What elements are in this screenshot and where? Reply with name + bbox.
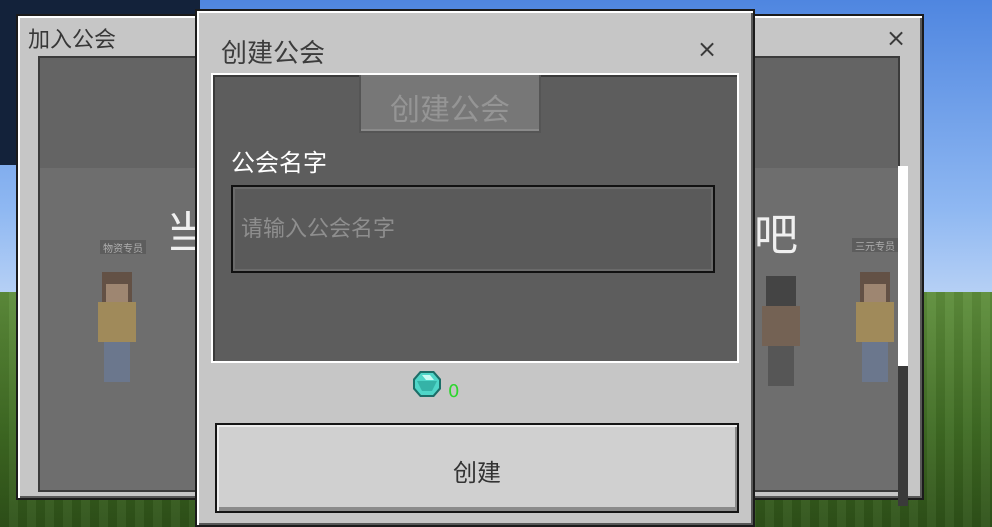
create-button-label: 创建 <box>453 459 501 487</box>
cost-value: 0 <box>448 381 460 402</box>
guild-name-label: 公会名字 <box>231 149 327 177</box>
create-guild-dialog: 创建公会 × 创建公会 公会名字 0 创建 <box>195 9 755 527</box>
player-figure <box>758 276 804 386</box>
player-figure <box>94 272 140 382</box>
player-tag: 物资专员 <box>100 240 146 255</box>
create-guild-tab-label: 创建公会 <box>390 93 510 128</box>
right-panel-topband <box>738 58 898 168</box>
guild-name-field[interactable] <box>231 185 715 273</box>
join-panel-topband <box>40 58 220 168</box>
diamond-icon <box>413 371 441 397</box>
player-figure <box>852 272 898 382</box>
dialog-title: 创建公会 <box>221 39 326 69</box>
create-button[interactable]: 创建 <box>215 423 739 513</box>
player-tag: 三元专员 <box>852 238 898 253</box>
dialog-content: 创建公会 公会名字 <box>211 73 739 363</box>
close-icon[interactable]: × <box>697 37 717 61</box>
create-guild-tab-button: 创建公会 <box>359 75 541 133</box>
right-panel-content: 会吧 三元专员 <box>738 56 900 492</box>
scrollbar-thumb[interactable] <box>898 166 908 366</box>
join-panel-title: 加入公会 <box>28 28 117 53</box>
right-panel-close-icon[interactable]: × <box>886 26 906 50</box>
guild-name-input[interactable] <box>233 187 713 271</box>
guild-list-panel: × 会吧 三元专员 <box>736 14 924 506</box>
